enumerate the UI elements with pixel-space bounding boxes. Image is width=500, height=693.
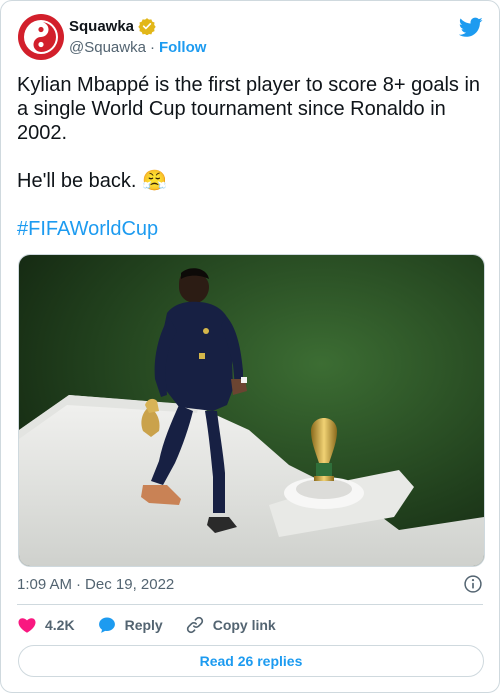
tweet-text-line: Kylian Mbappé is the first player to sco… xyxy=(17,74,481,144)
author-handle[interactable]: @Squawka xyxy=(69,39,146,56)
tweet-hashtag-line: #FIFAWorldCup xyxy=(17,217,483,241)
follow-button[interactable]: Follow xyxy=(159,39,207,56)
author-handle-row: @Squawka · Follow xyxy=(69,39,206,56)
tweet-date[interactable]: Dec 19, 2022 xyxy=(85,576,174,593)
divider xyxy=(17,604,483,605)
reply-bubble-icon xyxy=(98,617,115,633)
verified-badge-icon xyxy=(138,18,156,35)
tweet-card: Squawka @Squawka · Follow Kylian Mbappé … xyxy=(0,0,500,693)
tweet-body: Kylian Mbappé is the first player to sco… xyxy=(17,73,483,241)
tweet-header: Squawka @Squawka · Follow xyxy=(17,13,483,63)
tweet-text-line-2: He'll be back. 😤 xyxy=(17,169,483,193)
copy-link-button[interactable]: Copy link xyxy=(185,615,276,635)
huffing-emoji: 😤 xyxy=(142,170,167,192)
read-replies-label: Read 26 replies xyxy=(199,653,303,669)
tweet-text-back: He'll be back. xyxy=(17,170,137,192)
info-icon[interactable] xyxy=(463,574,483,594)
copy-link-label: Copy link xyxy=(212,617,276,633)
reply-label: Reply xyxy=(124,617,163,633)
separator-dot: · xyxy=(149,39,155,56)
twitter-bird-icon[interactable] xyxy=(459,15,483,39)
tweet-photo[interactable] xyxy=(18,254,485,567)
heart-icon xyxy=(18,618,36,633)
avatar[interactable] xyxy=(17,13,65,61)
link-icon xyxy=(186,616,203,634)
author-name[interactable]: Squawka xyxy=(69,18,134,35)
reply-button[interactable]: Reply xyxy=(97,615,163,635)
like-count: 4.2K xyxy=(45,617,75,633)
mbappe-trophy-photo xyxy=(19,255,484,566)
tweet-time[interactable]: 1:09 AM xyxy=(17,576,72,593)
author-name-row: Squawka xyxy=(69,17,156,35)
timestamp-row: 1:09 AM · Dec 19, 2022 xyxy=(17,574,483,594)
read-replies-button[interactable]: Read 26 replies xyxy=(18,645,484,677)
timestamp-separator: · xyxy=(76,575,82,593)
actions-bar: 4.2K Reply Copy link xyxy=(17,613,298,637)
like-button[interactable]: 4.2K xyxy=(17,615,75,635)
hashtag-link[interactable]: #FIFAWorldCup xyxy=(17,218,158,240)
squawka-logo xyxy=(18,14,64,60)
